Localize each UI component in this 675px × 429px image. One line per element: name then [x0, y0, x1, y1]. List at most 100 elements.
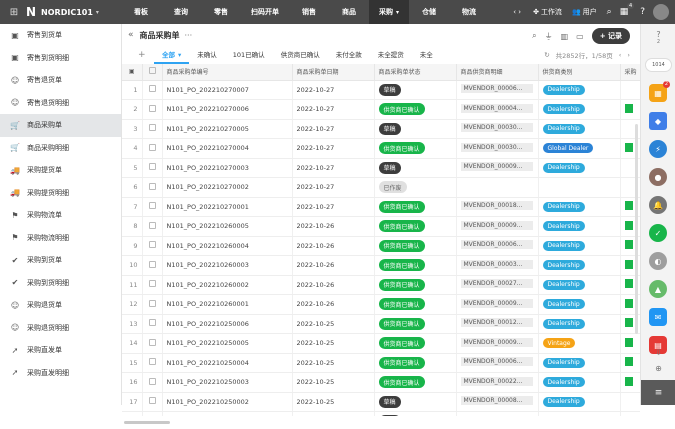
cell-date[interactable]: 2022-10-26	[292, 236, 374, 256]
row-checkbox[interactable]	[142, 197, 162, 217]
cell-category[interactable]: Dealership	[538, 373, 620, 393]
cell-id[interactable]: N101_PO_202210260002	[162, 275, 292, 295]
row-checkbox[interactable]	[142, 217, 162, 237]
sidebar-item-8[interactable]: ⚑采购物流单	[0, 204, 121, 227]
app-image-icon[interactable]: ▲	[649, 280, 667, 298]
select-all-checkbox[interactable]	[142, 64, 162, 80]
cell-id[interactable]: N101_PO_202210270007	[162, 80, 292, 100]
cell-status[interactable]: 草稿	[374, 158, 456, 178]
row-checkbox[interactable]	[142, 314, 162, 334]
cell-date[interactable]: 2022-10-25	[292, 353, 374, 373]
sidebar-item-0[interactable]: ▣寄售到货单	[0, 24, 121, 47]
save-icon[interactable]: ▣	[122, 64, 142, 80]
app-people-icon[interactable]: ●	[649, 168, 667, 186]
table-row[interactable]: 9N101_PO_2022102600042022-10-26供货商已确认MVE…	[122, 236, 640, 256]
cell-date[interactable]: 2022-10-25	[292, 334, 374, 354]
cell-category[interactable]: Dealership	[538, 275, 620, 295]
cell-date[interactable]: 2022-10-26	[292, 217, 374, 237]
cell-vendor[interactable]: MVENDOR_00004...	[456, 100, 538, 120]
row-checkbox[interactable]	[142, 275, 162, 295]
cell-date[interactable]: 2022-10-25	[292, 314, 374, 334]
menu-item-7[interactable]: 仓储	[409, 0, 449, 24]
app-orange-icon[interactable]: ▦2	[649, 84, 667, 102]
cell-status[interactable]: 供货商已确认	[374, 139, 456, 159]
workspace-name[interactable]: NORDIC101	[41, 8, 93, 17]
sidebar-item-2[interactable]: ☺寄售退货单	[0, 69, 121, 92]
chevron-down-icon[interactable]: ▾	[178, 51, 181, 59]
row-checkbox[interactable]	[142, 100, 162, 120]
cell-status[interactable]: 草稿	[374, 80, 456, 100]
chevron-down-icon[interactable]: ▾	[96, 9, 99, 16]
cell-date[interactable]: 2022-10-25	[292, 392, 374, 412]
app-1014-badge[interactable]: 1014	[645, 58, 672, 72]
notification-icon[interactable]: ▦4	[620, 7, 629, 17]
cell-status[interactable]: 草稿	[374, 119, 456, 139]
table-row[interactable]: 1N101_PO_2022102700072022-10-27草稿MVENDOR…	[122, 80, 640, 100]
cell-status[interactable]: 已作废	[374, 178, 456, 198]
cell-id[interactable]: N101_PO_202210270001	[162, 197, 292, 217]
cell-category[interactable]: Dealership	[538, 236, 620, 256]
cell-category[interactable]: Dealership	[538, 314, 620, 334]
row-checkbox[interactable]	[142, 373, 162, 393]
table-row[interactable]: 11N101_PO_2022102600022022-10-26供货商已确认MV…	[122, 275, 640, 295]
cell-category[interactable]	[538, 178, 620, 198]
cell-status[interactable]: 供货商已确认	[374, 373, 456, 393]
next-page-icon[interactable]: ›	[627, 51, 630, 59]
cell-category[interactable]: Dealership	[538, 353, 620, 373]
cell-id[interactable]: N101_PO_202210270004	[162, 139, 292, 159]
sidebar-item-7[interactable]: 🚚采购提货明细	[0, 182, 121, 205]
menu-item-2[interactable]: 零售	[201, 0, 241, 24]
cell-date[interactable]: 2022-10-27	[292, 158, 374, 178]
cell-date[interactable]: 2022-10-26	[292, 295, 374, 315]
cell-purchase[interactable]	[620, 100, 640, 120]
cell-date[interactable]: 2022-10-27	[292, 80, 374, 100]
cell-date[interactable]: 2022-10-26	[292, 275, 374, 295]
cell-id[interactable]: N101_PO_202210270005	[162, 119, 292, 139]
cell-category[interactable]: Dealership	[538, 392, 620, 412]
cell-id[interactable]: N101_PO_202210260005	[162, 217, 292, 237]
cell-category[interactable]: Dealership	[538, 158, 620, 178]
tab-3[interactable]: 供货商已确认	[273, 46, 328, 64]
cell-id[interactable]: N101_PO_202210250005	[162, 334, 292, 354]
app-lightning-icon[interactable]: ⚡	[649, 140, 667, 158]
filter-icon[interactable]: ⏚	[545, 31, 553, 42]
row-checkbox[interactable]	[142, 412, 162, 417]
sidebar-item-5[interactable]: 🛒商品采购明细	[0, 137, 121, 160]
table-row[interactable]: 12N101_PO_2022102600012022-10-26供货商已确认MV…	[122, 295, 640, 315]
sidebar-item-14[interactable]: ➚采购直发单	[0, 339, 121, 362]
tab-0[interactable]: 全部▾	[154, 46, 189, 64]
cell-id[interactable]: N101_PO_202210270003	[162, 158, 292, 178]
cell-vendor[interactable]: MVENDOR_00009...	[456, 334, 538, 354]
cell-vendor[interactable]: MVENDOR_00030...	[456, 119, 538, 139]
user-avatar[interactable]	[653, 4, 669, 20]
cell-id[interactable]: N101_PO_202210250001	[162, 412, 292, 417]
cell-category[interactable]: Dealership	[538, 217, 620, 237]
cell-status[interactable]: 供货商已确认	[374, 295, 456, 315]
cell-status[interactable]: 供货商已确认	[374, 256, 456, 276]
cell-status[interactable]: 供货商已确认	[374, 314, 456, 334]
cell-status[interactable]: 供货商已确认	[374, 217, 456, 237]
cell-id[interactable]: N101_PO_202210270002	[162, 178, 292, 198]
tab-5[interactable]: 未全提货	[370, 46, 412, 64]
row-checkbox[interactable]	[142, 178, 162, 198]
cell-status[interactable]: 供货商已确认	[374, 100, 456, 120]
cell-date[interactable]: 2022-10-27	[292, 197, 374, 217]
sidebar-item-1[interactable]: ▣寄售到货明细	[0, 47, 121, 70]
download-icon[interactable]: ⇩	[641, 348, 675, 357]
cell-vendor[interactable]: MVENDOR_00012...	[456, 314, 538, 334]
add-record-button[interactable]: + 记录	[592, 28, 630, 44]
cell-date[interactable]: 2022-10-25	[292, 412, 374, 417]
search-icon[interactable]: ⌕	[607, 7, 612, 17]
chat-icon[interactable]: ✉	[649, 308, 667, 326]
cell-status[interactable]: 供货商已确认	[374, 197, 456, 217]
more-options-icon[interactable]: ···	[185, 31, 193, 40]
cell-vendor[interactable]: MVENDOR_00009...	[456, 158, 538, 178]
table-row[interactable]: 16N101_PO_2022102500032022-10-25供货商已确认MV…	[122, 373, 640, 393]
table-row[interactable]: 2N101_PO_2022102700062022-10-27供货商已确认MVE…	[122, 100, 640, 120]
sidebar-item-15[interactable]: ➚采购直发明细	[0, 362, 121, 385]
collapse-panel-icon[interactable]: ≡	[641, 380, 675, 405]
row-checkbox[interactable]	[142, 295, 162, 315]
help-icon[interactable]: ?	[640, 7, 645, 17]
cell-id[interactable]: N101_PO_202210250004	[162, 353, 292, 373]
sidebar-item-6[interactable]: 🚚采购提货单	[0, 159, 121, 182]
